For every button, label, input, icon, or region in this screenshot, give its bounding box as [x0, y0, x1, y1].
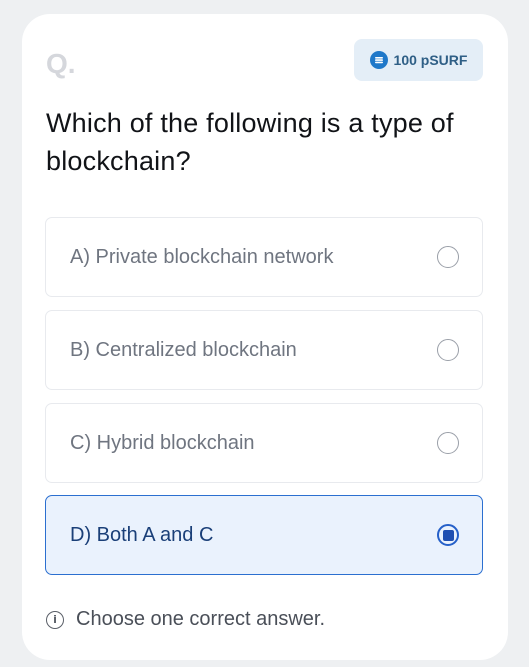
- quiz-card: Q. 100 pSURF Which of the following is a…: [22, 14, 508, 660]
- option-label: D) Both A and C: [70, 523, 214, 546]
- reward-badge: 100 pSURF: [354, 39, 483, 81]
- option-d[interactable]: D) Both A and C: [45, 495, 483, 575]
- radio-button[interactable]: [437, 339, 459, 361]
- info-icon: i: [46, 610, 64, 629]
- option-label: A) Private blockchain network: [70, 245, 334, 268]
- hint-text: Choose one correct answer.: [76, 608, 326, 630]
- radio-button-selected[interactable]: [437, 524, 459, 546]
- reward-amount: 100 pSURF: [393, 52, 468, 68]
- hint: i Choose one correct answer.: [46, 608, 325, 631]
- option-a[interactable]: A) Private blockchain network: [45, 217, 483, 297]
- selected-indicator: [442, 529, 454, 541]
- radio-button[interactable]: [437, 432, 459, 454]
- option-label: C) Hybrid blockchain: [70, 431, 255, 454]
- question-marker: Q.: [46, 48, 76, 79]
- question-text: Which of the following is a type of bloc…: [46, 108, 454, 176]
- option-label: B) Centralized blockchain: [70, 338, 297, 361]
- option-c[interactable]: C) Hybrid blockchain: [45, 403, 483, 483]
- coin-icon: [369, 51, 388, 69]
- option-b[interactable]: B) Centralized blockchain: [45, 310, 483, 390]
- radio-button[interactable]: [437, 246, 459, 268]
